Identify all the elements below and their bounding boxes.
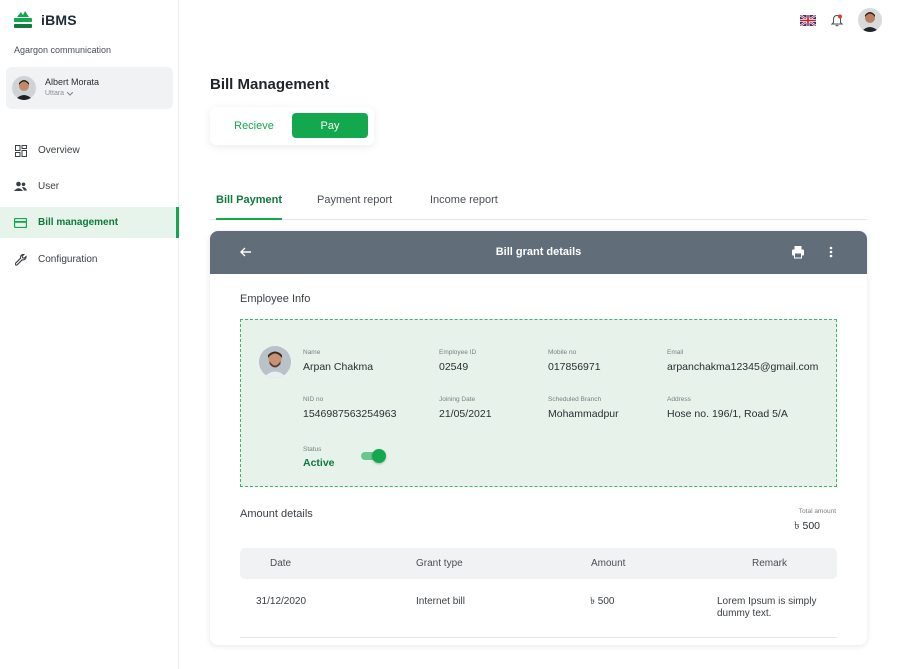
chevron-down-icon	[67, 91, 74, 96]
more-options-icon[interactable]	[825, 245, 837, 259]
top-bar-actions	[800, 8, 882, 32]
avatar	[12, 76, 36, 100]
row-amount: ৳ 500	[590, 596, 615, 607]
address-value: Hose no. 196/1, Road 5/A	[667, 408, 788, 420]
employee-id-label: Employee ID	[439, 349, 477, 356]
amount-details-title: Amount details	[240, 508, 313, 520]
user-name: Albert Morata	[45, 77, 100, 87]
grid-icon	[14, 144, 27, 157]
report-tabs: Bill Payment Payment report Income repor…	[210, 190, 867, 220]
sidebar-item-label: Configuration	[38, 254, 98, 265]
sidebar-item-user[interactable]: User	[0, 171, 179, 202]
name-label: Name	[303, 349, 321, 356]
sidebar-item-bill-management[interactable]: Bill management	[0, 207, 179, 238]
total-amount-label: Total amount	[798, 508, 836, 515]
sidebar-item-label: User	[38, 181, 60, 192]
joining-date-label: Joining Date	[439, 396, 476, 403]
status-label: Status	[303, 446, 322, 453]
status-value: Active	[303, 457, 335, 469]
joining-date-value: 21/05/2021	[439, 408, 492, 420]
card-title: Bill grant details	[495, 246, 582, 258]
row-date: 31/12/2020	[256, 596, 307, 607]
sidebar-item-configuration[interactable]: Configuration	[0, 244, 179, 275]
receive-option[interactable]: Recieve	[218, 113, 290, 138]
card-header: Bill grant details	[210, 231, 867, 274]
pay-option[interactable]: Pay	[292, 113, 368, 138]
branch-value: Mohammadpur	[548, 408, 619, 420]
sidebar-item-overview[interactable]: Overview	[0, 135, 179, 166]
app-root: iBMS Agargon communication Albert Morata…	[0, 0, 898, 669]
employee-id-value: 02549	[439, 361, 469, 373]
mobile-value: 017856971	[548, 361, 601, 373]
email-value: arpanchakma12345@gmail.com	[667, 361, 819, 373]
wrench-icon	[14, 253, 27, 266]
logo-icon	[14, 11, 32, 28]
receive-pay-toggle: Recieve Pay	[210, 107, 374, 145]
user-location-label: Uttara	[45, 90, 65, 97]
email-label: Email	[667, 349, 684, 356]
row-remark-line-1: Lorem Ipsum is simply	[717, 596, 817, 607]
card-icon	[14, 216, 27, 229]
app-name: iBMS	[41, 12, 77, 28]
total-amount-value: ৳ 500	[794, 520, 820, 532]
row-remark: Lorem Ipsum is simply dummy text.	[717, 596, 816, 620]
column-date: Date	[270, 558, 292, 569]
sidebar: iBMS Agargon communication Albert Morata…	[0, 0, 179, 669]
sidebar-item-label: Bill management	[38, 217, 119, 228]
employee-info-panel: Name Arpan Chakma Employee ID 02549 Mobi…	[240, 319, 837, 487]
address-label: Address	[667, 396, 691, 403]
toggle-knob	[372, 449, 386, 463]
row-remark-line-2: dummy text.	[717, 608, 772, 619]
column-amount: Amount	[591, 558, 626, 569]
employee-info-title: Employee Info	[240, 293, 311, 305]
nid-label: NID no	[303, 396, 324, 403]
column-remark: Remark	[752, 558, 788, 569]
print-icon[interactable]	[791, 245, 805, 259]
status-toggle[interactable]	[359, 449, 387, 463]
app-logo[interactable]: iBMS	[13, 10, 77, 30]
table-header: Date Grant type Amount Remark	[240, 548, 837, 579]
nid-value: 1546987563254963	[303, 408, 397, 420]
page-title: Bill Management	[210, 76, 330, 93]
mobile-label: Mobile no	[548, 349, 577, 356]
users-icon	[14, 180, 27, 193]
employee-photo	[259, 346, 291, 378]
tab-bill-payment[interactable]: Bill Payment	[216, 194, 283, 220]
row-grant-type: Internet bill	[416, 596, 465, 607]
notification-bell-icon[interactable]	[831, 14, 843, 27]
bill-grant-card: Bill grant details Employee Info Name Ar…	[210, 231, 867, 645]
sidebar-item-label: Overview	[38, 145, 80, 156]
branch-label: Scheduled Branch	[548, 396, 602, 403]
row-divider	[240, 637, 837, 638]
name-value: Arpan Chakma	[303, 361, 374, 373]
user-switcher[interactable]: Albert Morata Uttara	[6, 67, 173, 109]
profile-avatar[interactable]	[858, 8, 882, 32]
tab-payment-report[interactable]: Payment report	[317, 194, 392, 220]
uk-flag-icon[interactable]	[800, 14, 816, 26]
user-location: Uttara	[45, 90, 74, 97]
column-grant-type: Grant type	[416, 558, 463, 569]
organization-name: Agargon communication	[14, 45, 112, 55]
tab-income-report[interactable]: Income report	[430, 194, 498, 220]
